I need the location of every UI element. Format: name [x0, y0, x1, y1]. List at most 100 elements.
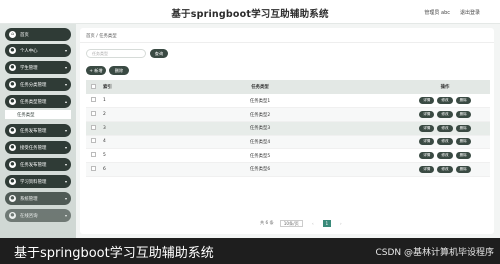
sidebar-subitem-task-type[interactable]: 任务类型: [5, 110, 71, 119]
col-ops: 操作: [440, 85, 450, 90]
sidebar-item-materials[interactable]: ● 学习资料管理 ▾: [5, 175, 71, 188]
next-page-button[interactable]: ›: [337, 220, 345, 227]
row-delete-button[interactable]: 删除: [455, 124, 471, 132]
chevron-down-icon: ▾: [64, 213, 67, 218]
row-index: 1: [103, 98, 106, 104]
sidebar: ⌂ 首页 ● 个人中心 ▾ ● 学生管理 ▾ ● 任务分类管理 ▾ ● 任务类型管理 ▴ 任务类型…: [0, 24, 76, 238]
search-input[interactable]: 任务类型: [86, 49, 146, 58]
task-icon: ●: [9, 161, 16, 168]
sidebar-item-task-category[interactable]: ● 任务分类管理 ▾: [5, 78, 71, 91]
sidebar-item-students[interactable]: ● 学生管理 ▾: [5, 61, 71, 74]
row-delete-button[interactable]: 删除: [455, 97, 471, 105]
chevron-down-icon: ▾: [64, 48, 67, 53]
breadcrumb-current: 任务类型: [99, 34, 117, 39]
chat-icon: ●: [9, 212, 16, 219]
row-delete-button[interactable]: 删除: [455, 111, 471, 119]
sidebar-item-label: 首页: [20, 32, 29, 38]
home-icon: ⌂: [9, 31, 16, 38]
search-button[interactable]: 查询: [150, 49, 168, 58]
inbox-icon: ●: [9, 144, 16, 151]
col-index: 索引: [103, 85, 112, 90]
sidebar-item-label: 在线咨询: [20, 213, 38, 219]
chevron-down-icon: ▾: [64, 179, 67, 184]
main-panel: 首页 / 任务类型 任务类型 查询 + 新增 删除 索引 任务类型 操作 1 任…: [80, 28, 494, 234]
divider: [80, 42, 494, 43]
sidebar-item-task-type[interactable]: ● 任务类型管理 ▴: [5, 95, 71, 108]
table-header-row: 索引 任务类型 操作: [86, 80, 490, 94]
prev-page-button[interactable]: ‹: [309, 220, 317, 227]
table-row: 1 任务类型1 详情 修改 删除: [86, 94, 490, 108]
sidebar-item-profile[interactable]: ● 个人中心 ▾: [5, 44, 71, 57]
detail-button[interactable]: 详情: [419, 111, 435, 119]
table-row: 5 任务类型5 详情 修改 删除: [86, 148, 490, 163]
sidebar-item-accept-task[interactable]: ● 接受任务管理 ▾: [5, 141, 71, 154]
detail-button[interactable]: 详情: [419, 124, 435, 132]
row-index: 4: [103, 139, 106, 145]
caption-source: CSDN @基林计算机毕设程序: [375, 248, 494, 258]
detail-button[interactable]: 详情: [419, 152, 435, 160]
row-type: 任务类型5: [249, 153, 271, 159]
total-count: 共 6 条: [260, 220, 274, 225]
edit-button[interactable]: 修改: [437, 152, 453, 160]
row-type: 任务类型6: [249, 167, 271, 173]
breadcrumb: 首页 / 任务类型: [86, 33, 117, 39]
table-row: 6 任务类型6 详情 修改 删除: [86, 162, 490, 177]
page-size-select[interactable]: 10条/页: [279, 219, 303, 227]
table-row: 2 任务类型2 详情 修改 删除: [86, 107, 490, 122]
row-checkbox[interactable]: [90, 165, 96, 171]
row-checkbox[interactable]: [90, 152, 96, 158]
delete-button[interactable]: 删除: [109, 66, 129, 75]
sidebar-item-consult[interactable]: ● 在线咨询 ▾: [5, 209, 71, 222]
sidebar-item-label: 任务分类管理: [20, 82, 47, 88]
select-all-checkbox[interactable]: [90, 83, 96, 89]
sidebar-subitem-label: 任务类型: [17, 112, 35, 118]
row-type: 任务类型1: [249, 98, 271, 104]
table-row: 4 任务类型4 详情 修改 删除: [86, 135, 490, 149]
chevron-up-icon: ▴: [64, 99, 67, 104]
add-button[interactable]: + 新增: [86, 66, 106, 75]
row-type: 任务类型4: [249, 139, 271, 145]
folder-icon: ●: [9, 81, 16, 88]
row-index: 5: [103, 153, 106, 159]
table-row: 3 任务类型3 详情 修改 删除: [86, 121, 490, 136]
detail-button[interactable]: 详情: [419, 165, 435, 173]
task-type-table: 索引 任务类型 操作 1 任务类型1 详情 修改 删除 2 任务类型2 详情 修改 删除: [86, 80, 490, 177]
sidebar-item-label: 个人中心: [20, 48, 38, 54]
row-checkbox[interactable]: [90, 138, 96, 144]
sidebar-item-label: 学习资料管理: [20, 179, 47, 185]
col-type: 任务类型: [251, 85, 269, 90]
row-index: 3: [103, 125, 106, 131]
sidebar-item-home[interactable]: ⌂ 首页: [5, 28, 71, 41]
edit-button[interactable]: 修改: [437, 165, 453, 173]
row-delete-button[interactable]: 删除: [455, 165, 471, 173]
edit-button[interactable]: 修改: [437, 138, 453, 146]
chevron-down-icon: ▾: [64, 145, 67, 150]
sidebar-item-task-publish[interactable]: ● 任务发布管理 ▾: [5, 124, 71, 137]
row-index: 2: [103, 112, 106, 118]
detail-button[interactable]: 详情: [419, 97, 435, 105]
book-icon: ●: [9, 178, 16, 185]
edit-button[interactable]: 修改: [437, 124, 453, 132]
current-user: 管理员 abc: [424, 10, 450, 16]
sidebar-item-system[interactable]: ● 系统管理 ▾: [5, 192, 71, 205]
row-type: 任务类型3: [249, 126, 271, 132]
row-delete-button[interactable]: 删除: [455, 152, 471, 160]
logout-link[interactable]: 退出登录: [460, 9, 480, 16]
page-number[interactable]: 1: [322, 219, 331, 227]
sidebar-item-label: 系统管理: [20, 196, 38, 202]
edit-button[interactable]: 修改: [437, 97, 453, 105]
breadcrumb-home[interactable]: 首页: [86, 34, 95, 39]
student-icon: ●: [9, 64, 16, 71]
row-delete-button[interactable]: 删除: [455, 138, 471, 146]
sidebar-item-label: 学生管理: [20, 65, 38, 71]
chevron-down-icon: ▾: [64, 162, 67, 167]
sidebar-item-label: 任务发布管理: [20, 162, 47, 168]
detail-button[interactable]: 详情: [419, 138, 435, 146]
user-icon: ●: [9, 47, 16, 54]
send-icon: ●: [9, 127, 16, 134]
row-checkbox[interactable]: [90, 111, 96, 117]
row-checkbox[interactable]: [90, 124, 96, 130]
edit-button[interactable]: 修改: [437, 111, 453, 119]
sidebar-item-task-release[interactable]: ● 任务发布管理 ▾: [5, 158, 71, 171]
row-checkbox[interactable]: [90, 97, 96, 103]
